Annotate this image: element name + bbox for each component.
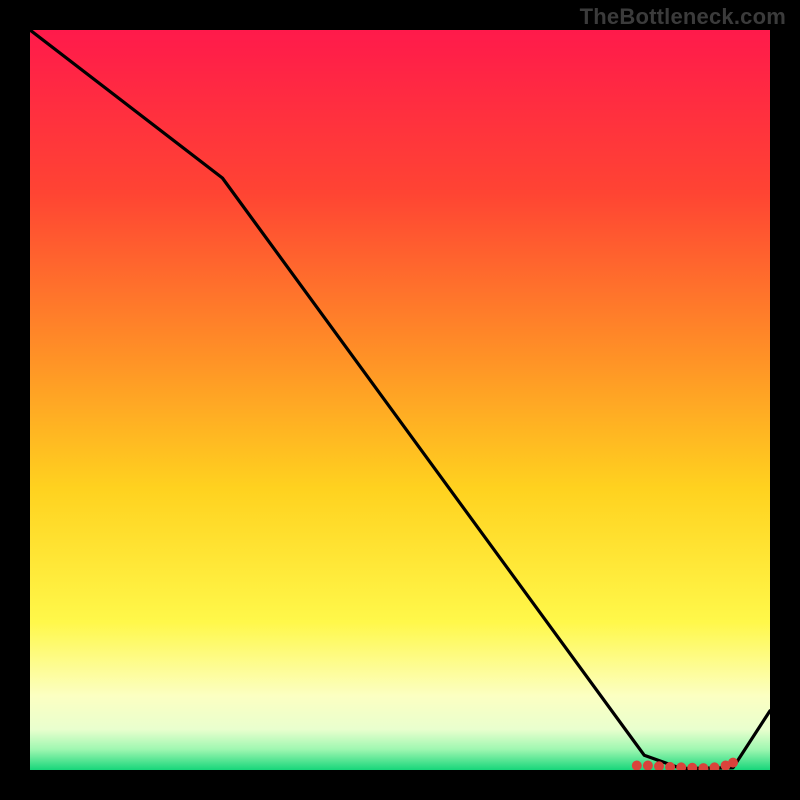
chart-svg: [30, 30, 770, 770]
gradient-background: [30, 30, 770, 770]
marker-point: [728, 758, 738, 768]
watermark-text: TheBottleneck.com: [580, 4, 786, 30]
chart-frame: TheBottleneck.com: [0, 0, 800, 800]
plot-area: [30, 30, 770, 770]
